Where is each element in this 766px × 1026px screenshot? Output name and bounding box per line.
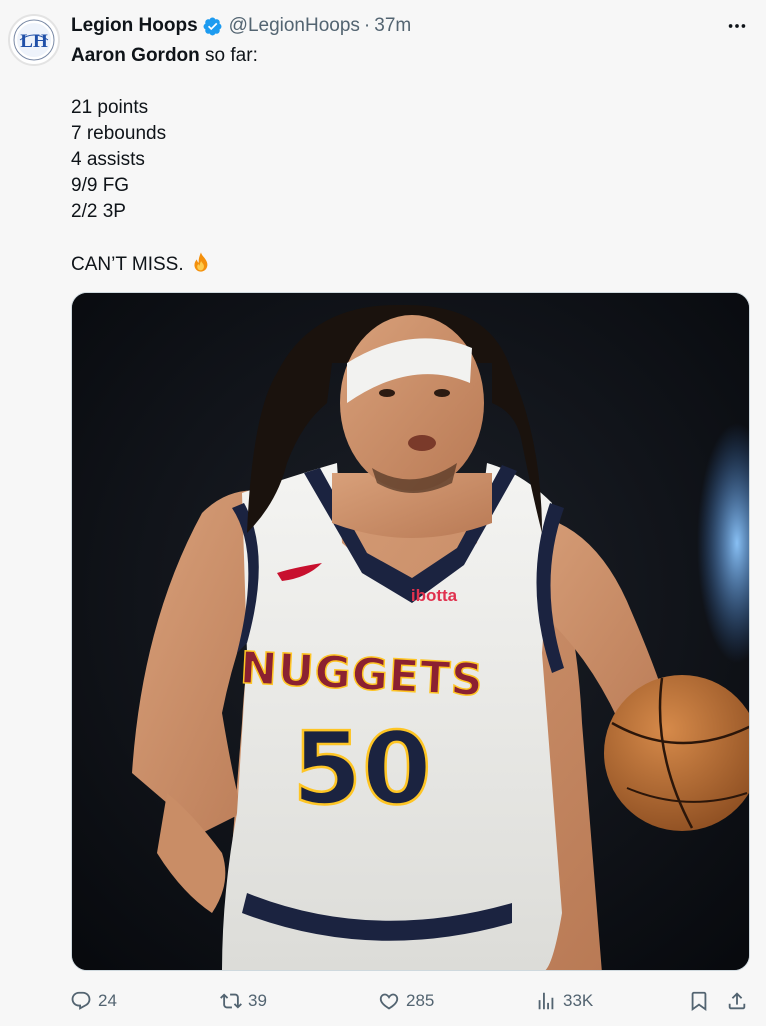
timestamp[interactable]: 37m: [374, 15, 411, 37]
basketball-player-photo: ibotta NUGGETS 50: [72, 293, 749, 970]
stat-line: 2/2 3P: [71, 201, 126, 222]
jersey-sponsor: ibotta: [411, 586, 458, 605]
tweet-actions: 24 39 285 33K: [70, 984, 754, 1018]
player-name[interactable]: Aaron Gordon: [71, 45, 200, 66]
bookmark-button[interactable]: [688, 984, 710, 1018]
intro-line: Aaron Gordon so far:: [71, 43, 741, 69]
legion-hoops-logo: LH: [13, 19, 55, 61]
stat-line: 7 rebounds: [71, 123, 167, 144]
repost-count: 39: [248, 991, 267, 1010]
fire-icon: [194, 252, 207, 272]
reply-icon: [71, 991, 91, 1010]
bookmark-icon: [691, 991, 707, 1012]
intro-rest: so far:: [199, 45, 258, 66]
display-name[interactable]: Legion Hoops: [71, 15, 198, 37]
avatar-monogram: LH: [20, 31, 48, 52]
closing-line: CAN’T MISS.: [71, 251, 741, 277]
reply-count: 24: [98, 991, 117, 1010]
view-count: 33K: [563, 991, 594, 1010]
analytics-icon: [538, 992, 554, 1010]
share-button[interactable]: [726, 984, 748, 1018]
tweet-header: Legion Hoops @LegionHoops · 37m: [71, 13, 411, 39]
user-handle[interactable]: @LegionHoops: [229, 15, 360, 37]
more-options-button[interactable]: [724, 14, 750, 38]
verified-badge-icon: [203, 17, 222, 35]
reply-button[interactable]: 24: [70, 984, 117, 1018]
jersey-number: 50: [292, 710, 431, 827]
repost-icon: [220, 993, 242, 1009]
repost-button[interactable]: 39: [220, 984, 267, 1018]
stat-lines: 21 points 7 rebounds 4 assists 9/9 FG 2/2 3P: [71, 95, 741, 225]
tweet-photo[interactable]: ibotta NUGGETS 50: [71, 292, 750, 971]
stat-line: 21 points: [71, 97, 149, 118]
separator-dot: ·: [363, 15, 371, 36]
like-button[interactable]: 285: [378, 984, 434, 1018]
more-horizontal-icon: [728, 24, 746, 28]
like-count: 285: [406, 991, 435, 1010]
heart-icon: [379, 993, 399, 1010]
tweet-text: Aaron Gordon so far: 21 points 7 rebounds…: [71, 43, 741, 277]
stat-line: 9/9 FG: [71, 175, 130, 196]
closing-text: CAN’T MISS.: [71, 254, 184, 275]
stat-line: 4 assists: [71, 149, 145, 170]
share-icon: [728, 992, 746, 1010]
views-button[interactable]: 33K: [535, 984, 593, 1018]
avatar[interactable]: LH: [8, 14, 60, 66]
